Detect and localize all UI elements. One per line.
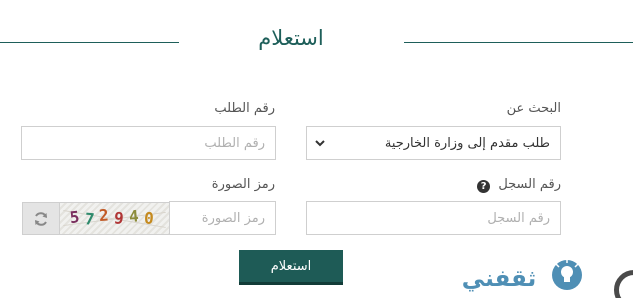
request-number-input[interactable]: [22, 127, 275, 159]
site-logo: ثقفني: [443, 255, 593, 295]
svg-text:5: 5: [69, 207, 81, 227]
search-by-select[interactable]: طلب مقدم إلى وزارة الخارجية: [306, 126, 561, 160]
corner-badge: [614, 270, 633, 298]
svg-text:9: 9: [113, 208, 125, 228]
captcha-code-input[interactable]: [170, 202, 275, 234]
captcha-code-field[interactable]: [169, 201, 276, 235]
svg-text:0: 0: [143, 208, 154, 228]
search-by-selected-value: طلب مقدم إلى وزارة الخارجية: [384, 135, 550, 151]
record-number-label-group: رقم السجل ?: [420, 177, 561, 193]
chevron-down-icon: [315, 140, 325, 147]
svg-text:4: 4: [128, 206, 139, 226]
record-number-field[interactable]: [306, 201, 561, 235]
question-circle-icon[interactable]: ?: [477, 180, 491, 193]
captcha-code-label: رمز الصورة: [211, 177, 275, 192]
title-divider-right: [404, 42, 633, 43]
record-number-input[interactable]: [307, 202, 560, 234]
page-title: استعلام: [258, 26, 324, 50]
request-number-field[interactable]: [21, 126, 276, 160]
submit-inquiry-button[interactable]: استعلام: [239, 250, 343, 285]
logo-text: ثقفني: [462, 266, 536, 292]
refresh-icon: [35, 211, 47, 226]
title-divider-left: [0, 42, 179, 43]
search-by-label: البحث عن: [506, 101, 561, 116]
lightbulb-icon: ثقفني: [462, 259, 582, 292]
captcha-image: 5 7 2 9 4 0: [60, 202, 169, 235]
captcha-image-graphic: 5 7 2 9 4 0: [63, 206, 166, 229]
svg-text:2: 2: [98, 206, 109, 226]
captcha-refresh-button[interactable]: [22, 202, 60, 235]
svg-text:7: 7: [84, 209, 95, 229]
record-number-label: رقم السجل: [498, 177, 561, 192]
request-number-label: رقم الطلب: [214, 101, 275, 116]
